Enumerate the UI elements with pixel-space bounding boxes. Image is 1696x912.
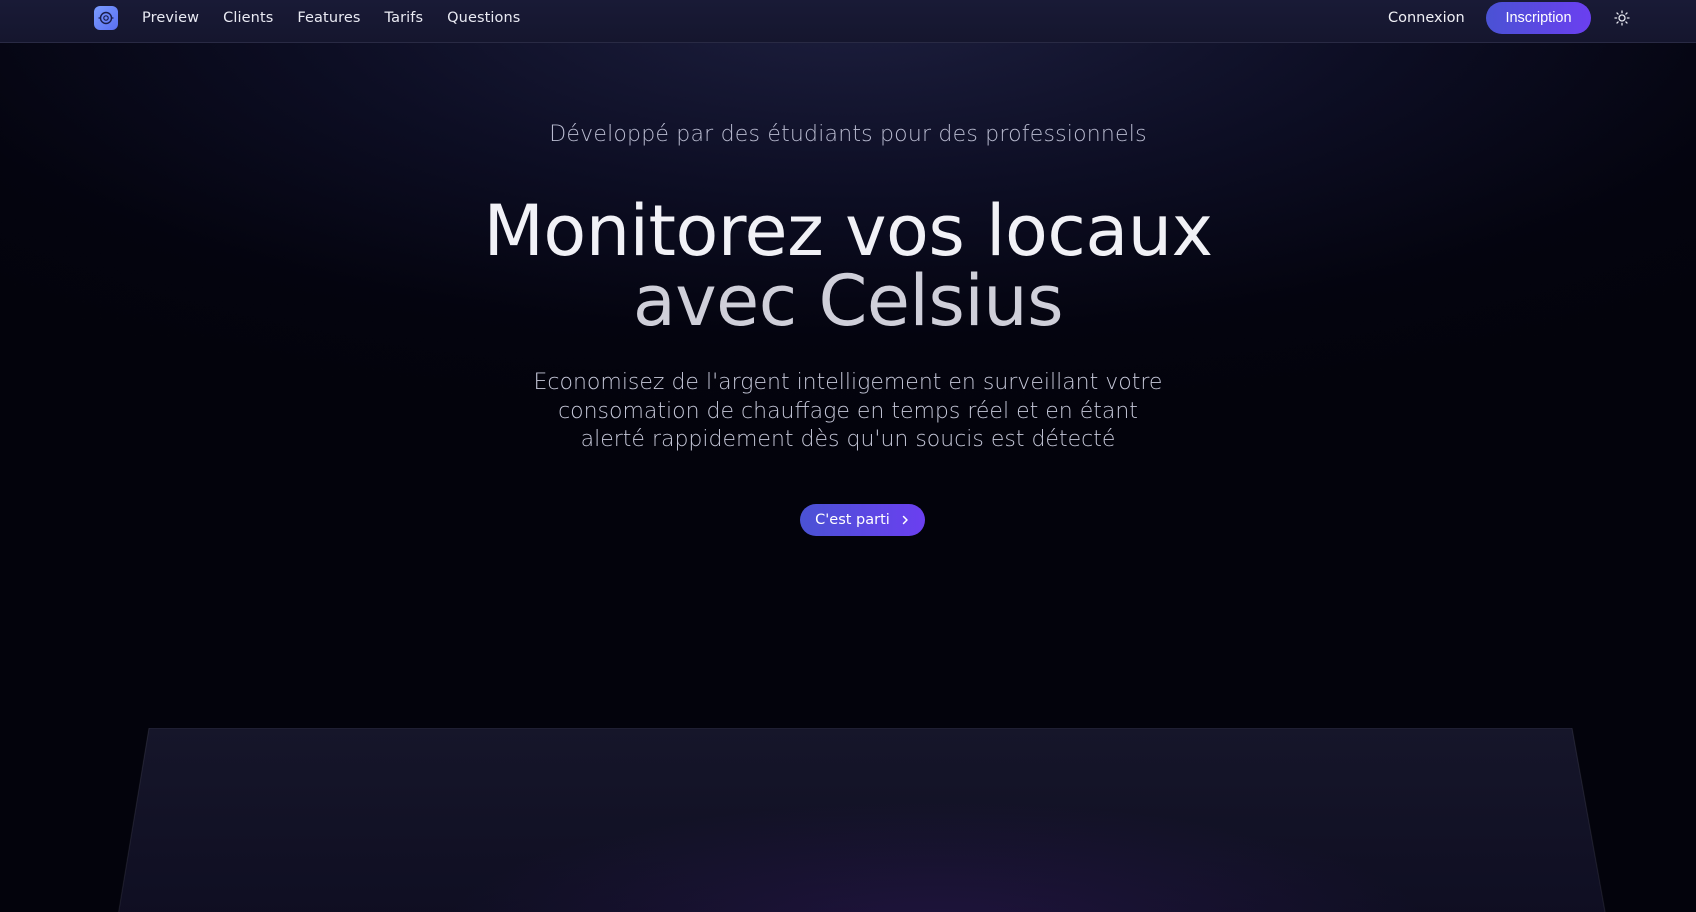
nav-link-preview[interactable]: Preview [142,10,199,26]
nav-link-tarifs[interactable]: Tarifs [385,10,424,26]
login-link[interactable]: Connexion [1388,0,1465,36]
signup-button[interactable]: Inscription [1486,2,1591,34]
hero-subtitle: Economisez de l'argent intelligement en … [533,370,1163,452]
chevron-right-icon [902,515,908,525]
nav-links: Preview Clients Features Tarifs Question… [142,0,544,36]
nav-link-features[interactable]: Features [297,10,360,26]
nav-link-questions[interactable]: Questions [447,10,520,26]
hero-headline-line2: avec Celsius [632,260,1064,342]
top-navbar: Preview Clients Features Tarifs Question… [0,0,1696,43]
get-started-label: C'est parti [815,512,890,528]
hero-tagline: Développé par des étudiants pour des pro… [549,122,1147,147]
celsius-logo-icon[interactable] [94,6,118,30]
hero-headline: Monitorez vos locaux avec Celsius [0,196,1696,336]
sun-icon[interactable] [1612,8,1632,28]
nav-link-clients[interactable]: Clients [223,10,273,26]
preview-frame-outline [118,728,1606,912]
get-started-button[interactable]: C'est parti [800,504,925,536]
hero-headline-line1: Monitorez vos locaux [483,190,1213,272]
